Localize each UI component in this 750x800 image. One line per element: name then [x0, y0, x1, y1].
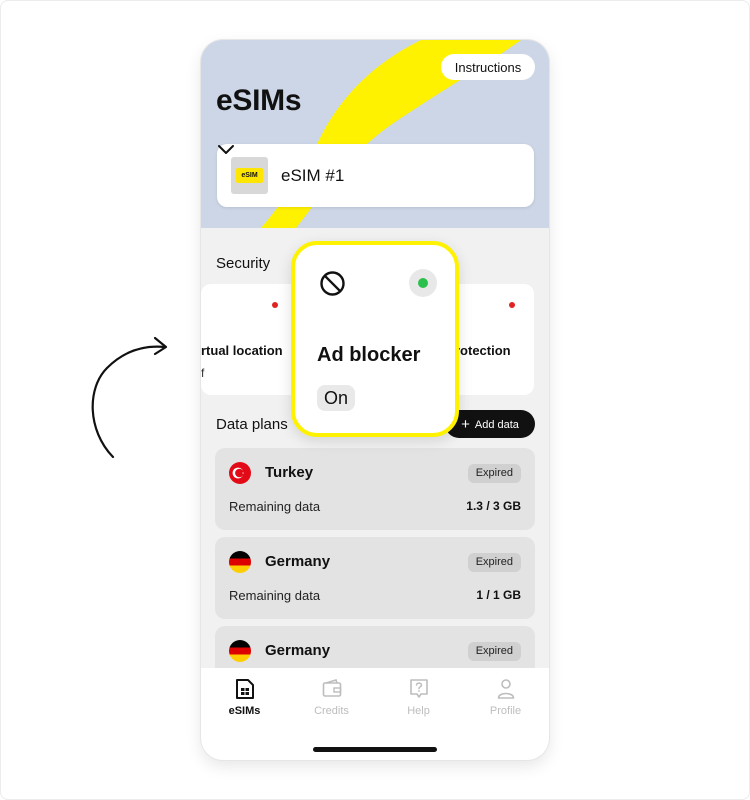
- ad-blocker-state[interactable]: On: [317, 385, 356, 411]
- status-indicator: [409, 269, 437, 297]
- nav-label: eSIMs: [228, 705, 261, 717]
- instructions-button[interactable]: Instructions: [441, 54, 535, 80]
- home-indicator: [313, 747, 437, 752]
- hero-header: Instructions eSIMs eSIM eSIM #1: [201, 40, 549, 228]
- status-badge: Expired: [467, 553, 521, 572]
- data-plan-card[interactable]: Germany Expired Remaining data 1 / 1 GB: [215, 537, 535, 619]
- page-title: eSIMs: [216, 84, 302, 117]
- nav-item-esims[interactable]: eSIMs: [201, 678, 288, 717]
- turkey-flag-icon: [229, 462, 251, 484]
- data-plans-section-title: Data plans: [216, 416, 288, 433]
- sim-card-icon: [235, 679, 254, 699]
- plan-country: Turkey: [265, 464, 314, 481]
- nav-item-credits[interactable]: Credits: [288, 678, 375, 717]
- remaining-data-value: 1 / 1 GB: [476, 588, 521, 602]
- remaining-data-value: 1.3 / 3 GB: [466, 499, 521, 513]
- nav-item-profile[interactable]: Profile: [462, 678, 549, 717]
- plus-icon: +: [461, 415, 470, 433]
- help-icon: [409, 679, 428, 698]
- chevron-down-icon[interactable]: [217, 144, 235, 156]
- plan-country: Germany: [265, 642, 331, 659]
- sim-chip-label: eSIM: [236, 168, 263, 183]
- esim-selector[interactable]: eSIM eSIM #1: [217, 144, 534, 207]
- nav-label: Profile: [489, 705, 522, 717]
- block-icon: [320, 271, 345, 296]
- status-dot-on: [418, 278, 428, 288]
- selected-esim-label: eSIM #1: [281, 166, 345, 185]
- ad-blocker-card[interactable]: Ad blocker On: [291, 241, 459, 437]
- curved-arrow-icon: [91, 336, 168, 459]
- bottom-nav: eSIMs Credits Help Profile: [201, 668, 549, 760]
- wallet-icon: [322, 679, 341, 697]
- ad-blocker-title: Ad blocker: [317, 344, 421, 366]
- remaining-data-label: Remaining data: [229, 588, 321, 603]
- data-plan-card[interactable]: Turkey Expired Remaining data 1.3 / 3 GB: [215, 448, 535, 530]
- status-dot-off: [272, 302, 278, 308]
- add-data-label: Add data: [474, 418, 519, 431]
- plan-country: Germany: [265, 553, 331, 570]
- germany-flag-icon: [229, 551, 251, 573]
- sim-card-icon: eSIM: [231, 157, 268, 194]
- person-icon: [497, 679, 514, 699]
- status-badge: Expired: [467, 642, 521, 661]
- protection-label[interactable]: rotection: [455, 343, 511, 358]
- status-badge: Expired: [467, 464, 521, 483]
- status-dot-off: [509, 302, 515, 308]
- remaining-data-label: Remaining data: [229, 499, 321, 514]
- virtual-location-state: f: [201, 366, 205, 380]
- security-section-title: Security: [216, 255, 271, 272]
- nav-label: Credits: [314, 705, 349, 717]
- germany-flag-icon: [229, 640, 251, 662]
- nav-item-help[interactable]: Help: [375, 678, 462, 717]
- virtual-location-label[interactable]: rtual location: [201, 343, 283, 358]
- nav-label: Help: [407, 705, 430, 717]
